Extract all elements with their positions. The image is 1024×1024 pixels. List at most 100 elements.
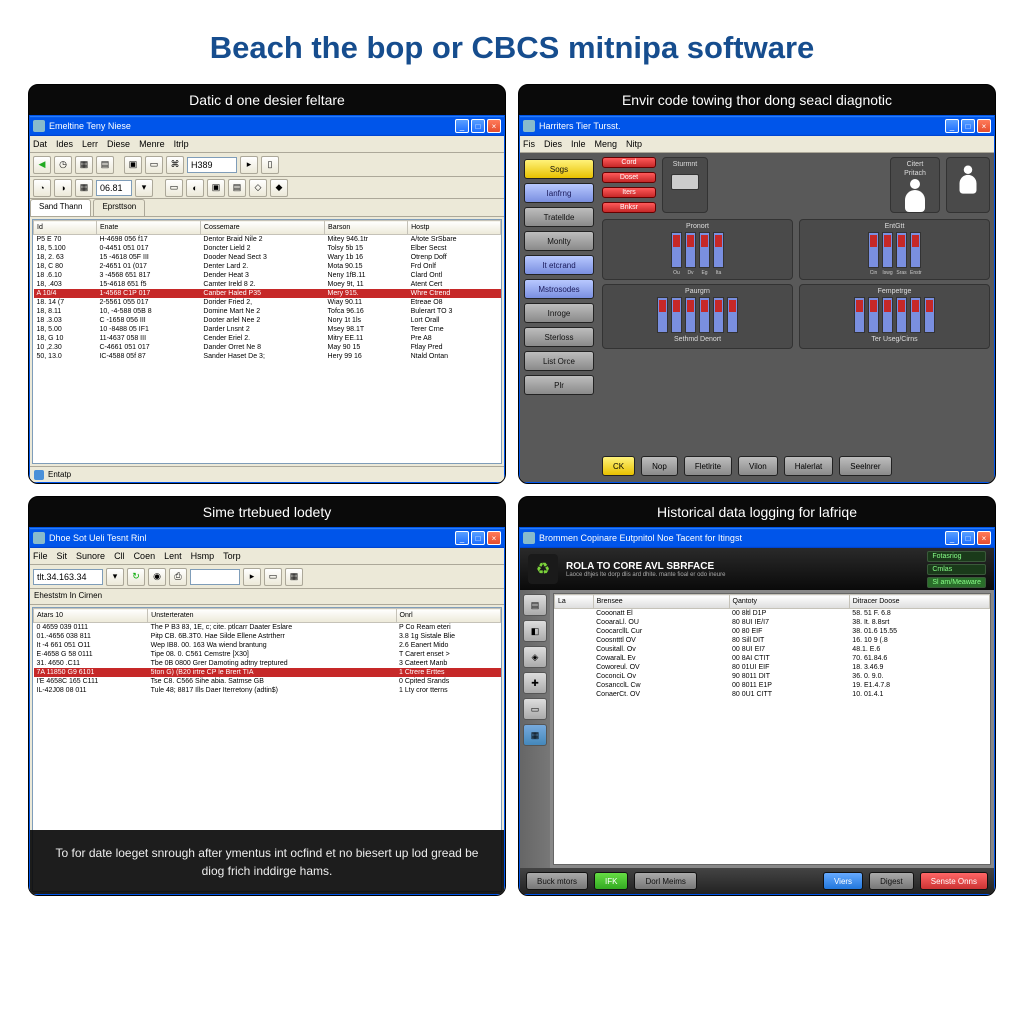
sidebar-button[interactable]: Sterloss: [524, 327, 594, 347]
panel-a-titlebar[interactable]: Emeltine Teny Niese _ □ ×: [30, 116, 504, 136]
table-row[interactable]: E·4658 G 58 0111Tipe 08. 0. C561 Cemstre…: [34, 650, 501, 659]
maximize-button[interactable]: □: [471, 119, 485, 133]
slider[interactable]: [727, 297, 738, 333]
column-header[interactable]: Id: [34, 221, 97, 235]
maximize-button[interactable]: □: [961, 531, 975, 545]
tb2-icon[interactable]: ◆: [270, 179, 288, 197]
menu-item[interactable]: Menre: [139, 139, 165, 149]
table-row[interactable]: 01.-4656 038 811Pitp CB. 6B.3T0. Hae Sil…: [34, 632, 501, 641]
menu-item[interactable]: Lerr: [82, 139, 98, 149]
print-icon[interactable]: ⎙: [169, 568, 187, 586]
sidebar-button[interactable]: Mstrosodes: [524, 279, 594, 299]
table-row[interactable]: Coosntttl OV80 Sill DIT16. 10 9 (.8: [555, 636, 990, 645]
minimize-button[interactable]: _: [455, 119, 469, 133]
close-button[interactable]: ×: [977, 531, 991, 545]
slider[interactable]: [868, 297, 879, 333]
menu-item[interactable]: Fis: [523, 139, 535, 149]
tool-icon[interactable]: ▤: [523, 594, 547, 616]
tab[interactable]: Sand Thann: [30, 199, 91, 216]
table-row[interactable]: 18, 2. 6315 -4618 05F IIIDooder Nead Sec…: [34, 253, 501, 262]
menu-item[interactable]: Ides: [56, 139, 73, 149]
footer-button[interactable]: IFK: [594, 872, 628, 890]
table-row[interactable]: Cousitall. Ov00 8UI EI748.1. E.6: [555, 645, 990, 654]
menu-item[interactable]: Sunore: [76, 551, 105, 561]
minimize-button[interactable]: _: [455, 531, 469, 545]
minimize-button[interactable]: _: [945, 119, 959, 133]
menu-item[interactable]: Sit: [57, 551, 68, 561]
link-icon[interactable]: ⌘: [166, 156, 184, 174]
tb2-icon[interactable]: ▣: [207, 179, 225, 197]
table-row[interactable]: 7A 11850 G9 61015ton G) (B20 irtre CP le…: [34, 668, 501, 677]
table-row[interactable]: CosancclL Cw00 8011 E1P19. E1.4.7.8: [555, 681, 990, 690]
slider[interactable]: [896, 297, 907, 333]
slider[interactable]: [699, 232, 710, 268]
tb2-icon[interactable]: ◇: [249, 179, 267, 197]
close-button[interactable]: ×: [977, 119, 991, 133]
sidebar-button[interactable]: Monlty: [524, 231, 594, 251]
slider[interactable]: [910, 232, 921, 268]
tool-icon[interactable]: ✚: [523, 672, 547, 694]
menu-item[interactable]: Coen: [134, 551, 156, 561]
header-link[interactable]: Sl am/Meaware: [927, 577, 986, 588]
table-row[interactable]: It -4 661 051 O11Wep IB8. 00. 163 Wa wie…: [34, 641, 501, 650]
table-row[interactable]: 18. 14 (72-5561 055 017Dorider Fried 2,W…: [34, 298, 501, 307]
palette-icon[interactable]: ▦: [75, 156, 93, 174]
slider[interactable]: [699, 297, 710, 333]
menu-item[interactable]: Nitp: [626, 139, 642, 149]
table-row[interactable]: 18, 5.1000-4451 051 017Doncter Lield 2To…: [34, 244, 501, 253]
search-input[interactable]: [187, 157, 237, 173]
slider[interactable]: [685, 297, 696, 333]
close-button[interactable]: ×: [487, 531, 501, 545]
menu-item[interactable]: Diese: [107, 139, 130, 149]
table-row[interactable]: CowaralL Ev00 8AI CTIT70. 61.84.6: [555, 654, 990, 663]
table-row[interactable]: P5 E 70H-4698 056 f17Dentor Braid Nile 2…: [34, 235, 501, 245]
slider[interactable]: [671, 232, 682, 268]
globe-icon[interactable]: ◉: [148, 568, 166, 586]
sidebar-button[interactable]: Inroge: [524, 303, 594, 323]
slider[interactable]: [854, 297, 865, 333]
tb2-icon[interactable]: ◐: [186, 179, 204, 197]
grid-icon[interactable]: ▤: [96, 156, 114, 174]
tb2-icon[interactable]: ▤: [228, 179, 246, 197]
table-row[interactable]: 18 .6.103 -4568 651 817Dender Heat 3Neny…: [34, 271, 501, 280]
nav-back-icon[interactable]: ◀: [33, 156, 51, 174]
sidebar-button[interactable]: List Orce: [524, 351, 594, 371]
tb2-icon[interactable]: ◔: [33, 179, 51, 197]
footer-button[interactable]: Digest: [869, 872, 914, 890]
slider[interactable]: [882, 297, 893, 333]
footer-button[interactable]: Buck mtors: [526, 872, 588, 890]
column-header[interactable]: Ditracer Doose: [849, 595, 989, 609]
slider[interactable]: [924, 297, 935, 333]
menu-item[interactable]: Itrlp: [174, 139, 189, 149]
tool-icon[interactable]: ◈: [523, 646, 547, 668]
table-row[interactable]: ConaerCt. OV80 0U1 CITT10. 01.4.1: [555, 690, 990, 699]
table-row[interactable]: I'E 4658C 165 C111Tse C8. C566 Sihe abia…: [34, 677, 501, 686]
header-link[interactable]: Cmlas: [927, 564, 986, 575]
panel-a-table[interactable]: IdEnateCossemareBarsonHostpP5 E 70H-4698…: [32, 219, 502, 464]
action-button[interactable]: Bnksr: [602, 202, 656, 213]
table-row[interactable]: 18, C 802-4651 01 (017Denter Lard 2.Mota…: [34, 262, 501, 271]
sidebar-button[interactable]: It etcrand: [524, 255, 594, 275]
menu-item[interactable]: Cll: [114, 551, 125, 561]
column-header[interactable]: Unsterteraten: [148, 609, 396, 623]
table-row[interactable]: 18 .3.03C -1658 056 IIIDooter arlel Nee …: [34, 316, 501, 325]
menu-item[interactable]: Inle: [571, 139, 586, 149]
table-row[interactable]: 18, .40315-4618 651 f5Camter Ireld 8 2.M…: [34, 280, 501, 289]
action-button[interactable]: Cord: [602, 157, 656, 168]
table-row[interactable]: 18, G 1011-4637 058 IIICender Eriel 2.Mi…: [34, 334, 501, 343]
tab[interactable]: Eprsttson: [93, 199, 145, 216]
table-row[interactable]: A 10/41-4568 C1P 017Canber Haled P35Mery…: [34, 289, 501, 298]
table-row[interactable]: IL-42J08 08 011Tule 48; 8817 Ills Daer I…: [34, 686, 501, 695]
table-row[interactable]: 31. 4650 .C11Tbe 0B 0800 Grer Damoting a…: [34, 659, 501, 668]
bottom-button[interactable]: Vilon: [738, 456, 778, 476]
slider[interactable]: [685, 232, 696, 268]
grid-icon[interactable]: ▦: [285, 568, 303, 586]
footer-button[interactable]: Senste Onns: [920, 872, 988, 890]
field-input[interactable]: [190, 569, 240, 585]
doc-icon[interactable]: ▭: [264, 568, 282, 586]
menu-item[interactable]: Hsmp: [191, 551, 215, 561]
panel-b-titlebar[interactable]: Harriters Tier Tursst. _ □ ×: [520, 116, 994, 136]
sidebar-button[interactable]: Sogs: [524, 159, 594, 179]
tb2-icon[interactable]: ◑: [54, 179, 72, 197]
tool-icon[interactable]: ▭: [523, 698, 547, 720]
